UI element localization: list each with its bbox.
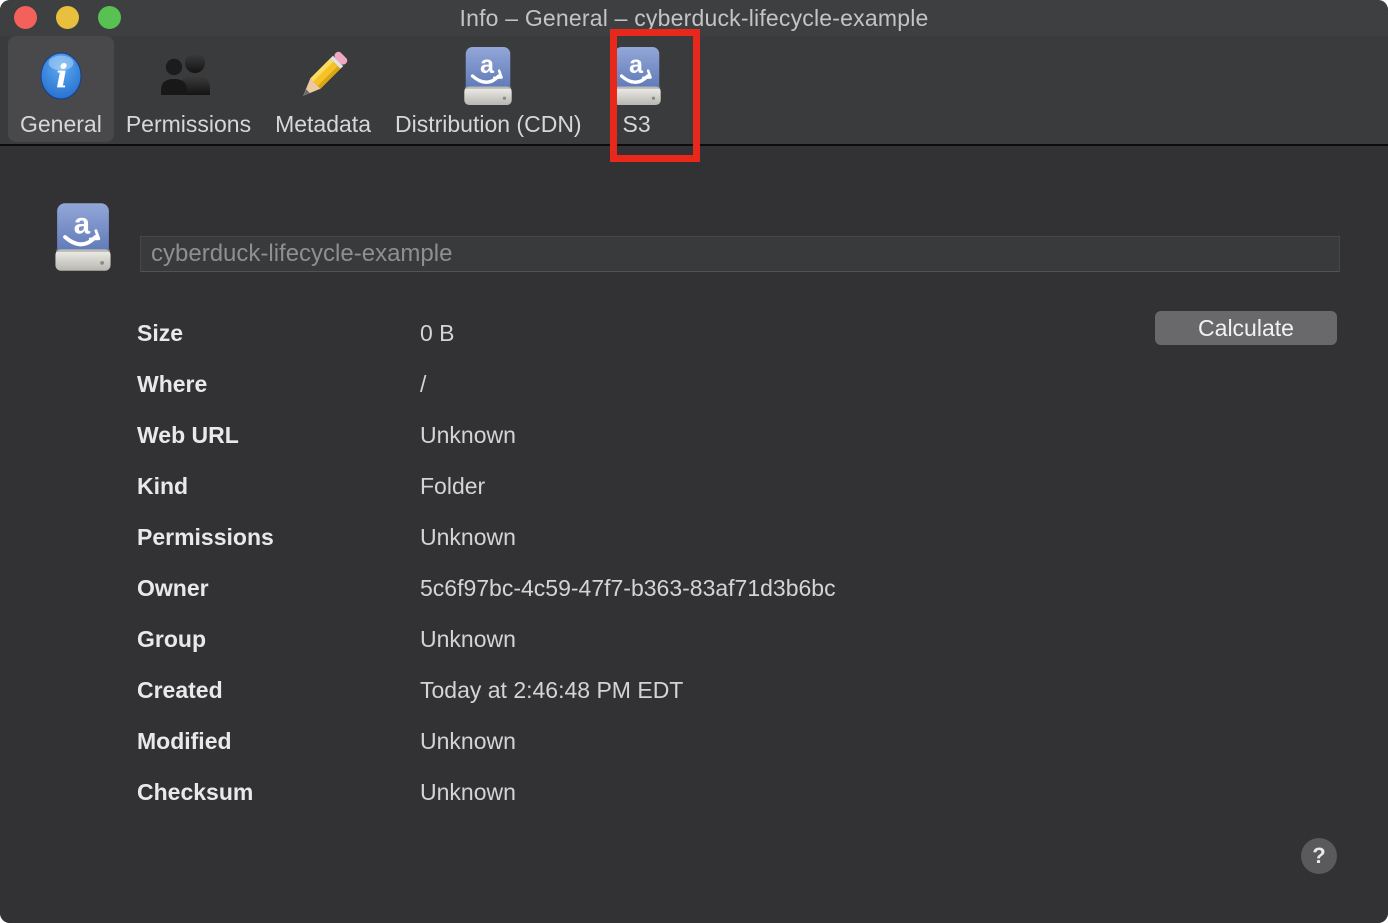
row-value: Today at 2:46:48 PM EDT <box>420 677 683 704</box>
row-value: Unknown <box>420 626 516 653</box>
row-value: Unknown <box>420 779 516 806</box>
row-value: 5c6f97bc-4c59-47f7-b363-83af71d3b6bc <box>420 575 836 602</box>
info-row-group: Group Unknown <box>137 614 1137 665</box>
zoom-button[interactable] <box>98 6 121 29</box>
amazon-drive-icon <box>457 40 519 111</box>
row-label: Modified <box>137 728 420 755</box>
row-label: Where <box>137 371 420 398</box>
pencil-icon <box>292 40 354 111</box>
info-rows: Size 0 B Where / Web URL Unknown Kind Fo… <box>137 308 1137 818</box>
row-value: Unknown <box>420 728 516 755</box>
tab-permissions[interactable]: Permissions <box>114 36 263 142</box>
svg-text:i: i <box>56 57 68 95</box>
row-value: Folder <box>420 473 485 500</box>
info-row-kind: Kind Folder <box>137 461 1137 512</box>
window-title: Info – General – cyberduck-lifecycle-exa… <box>459 5 928 32</box>
tab-label: S3 <box>623 113 651 136</box>
traffic-lights <box>14 6 121 29</box>
info-row-web-url: Web URL Unknown <box>137 410 1137 461</box>
people-icon <box>157 40 219 111</box>
info-row-checksum: Checksum Unknown <box>137 767 1137 818</box>
tab-label: General <box>20 113 102 136</box>
info-row-modified: Modified Unknown <box>137 716 1137 767</box>
row-label: Kind <box>137 473 420 500</box>
general-panel: Calculate Size 0 B Where / Web URL Unkno… <box>0 148 1388 923</box>
row-value: / <box>420 371 426 398</box>
row-value: Unknown <box>420 422 516 449</box>
tab-metadata[interactable]: Metadata <box>263 36 383 142</box>
toolbar: i General Permissions <box>0 36 1388 146</box>
info-row-permissions: Permissions Unknown <box>137 512 1137 563</box>
row-label: Web URL <box>137 422 420 449</box>
row-value: Unknown <box>420 524 516 551</box>
tab-s3[interactable]: S3 <box>594 36 680 142</box>
help-button[interactable]: ? <box>1301 838 1337 874</box>
info-window: Info – General – cyberduck-lifecycle-exa… <box>0 0 1388 923</box>
titlebar: Info – General – cyberduck-lifecycle-exa… <box>0 0 1388 36</box>
minimize-button[interactable] <box>56 6 79 29</box>
row-label: Created <box>137 677 420 704</box>
tab-label: Distribution (CDN) <box>395 113 582 136</box>
info-row-where: Where / <box>137 359 1137 410</box>
close-button[interactable] <box>14 6 37 29</box>
info-row-owner: Owner 5c6f97bc-4c59-47f7-b363-83af71d3b6… <box>137 563 1137 614</box>
tab-label: Metadata <box>275 113 371 136</box>
info-icon: i <box>37 40 85 111</box>
row-label: Owner <box>137 575 420 602</box>
tab-general[interactable]: i General <box>8 36 114 142</box>
tab-distribution-cdn[interactable]: Distribution (CDN) <box>383 36 594 142</box>
row-label: Permissions <box>137 524 420 551</box>
row-label: Size <box>137 320 420 347</box>
filename-field[interactable] <box>140 236 1340 272</box>
row-label: Checksum <box>137 779 420 806</box>
row-value: 0 B <box>420 320 455 347</box>
info-row-size: Size 0 B <box>137 308 1137 359</box>
amazon-drive-icon <box>47 202 119 277</box>
calculate-button[interactable]: Calculate <box>1155 311 1337 345</box>
row-label: Group <box>137 626 420 653</box>
info-row-created: Created Today at 2:46:48 PM EDT <box>137 665 1137 716</box>
amazon-drive-icon <box>606 40 668 111</box>
tab-label: Permissions <box>126 113 251 136</box>
